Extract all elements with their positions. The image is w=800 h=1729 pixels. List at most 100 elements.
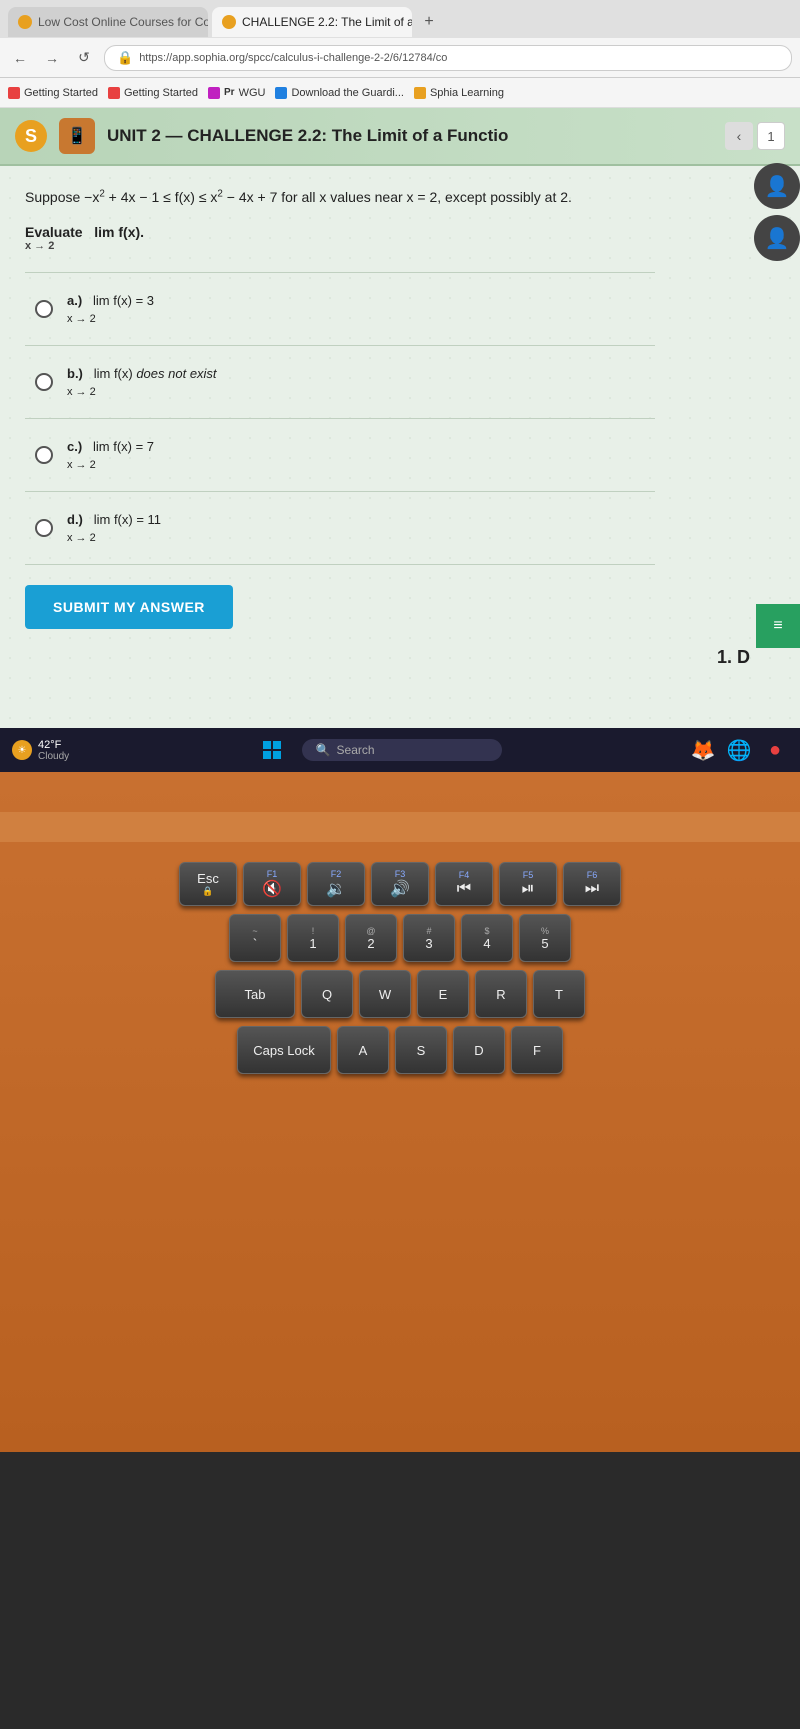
key-f5-icon: ⏯ xyxy=(522,880,535,898)
radio-c[interactable] xyxy=(35,446,53,464)
option-a-sub: x → 2 xyxy=(67,311,154,328)
back-button[interactable]: ← xyxy=(8,46,32,70)
right-panel: 👤 👤 xyxy=(754,163,800,261)
bookmark-label-4: Download the Guardi... xyxy=(291,87,404,99)
key-f5-fn: F5 xyxy=(523,870,534,880)
key-tab[interactable]: Tab xyxy=(215,970,295,1018)
key-f6-icon: ⏭ xyxy=(585,880,599,898)
windows-logo xyxy=(263,741,281,759)
taskbar: ☀ 42°F Cloudy 🔍 Search 🦊 🌐 ● xyxy=(0,728,800,772)
key-1[interactable]: ! 1 xyxy=(287,914,339,962)
key-esc[interactable]: Esc 🔒 xyxy=(179,862,237,906)
answer-options: a.) lim f(x) = 3 x → 2 b.) lim f(x) does… xyxy=(25,272,655,565)
key-5[interactable]: % 5 xyxy=(519,914,571,962)
key-r[interactable]: R xyxy=(475,970,527,1018)
key-dollar: $ xyxy=(484,926,489,936)
taskbar-search[interactable]: 🔍 Search xyxy=(302,739,502,761)
profile-icon[interactable]: 👤 xyxy=(754,163,800,209)
key-3[interactable]: # 3 xyxy=(403,914,455,962)
browser-window: Low Cost Online Courses for Co ✕ CHALLEN… xyxy=(0,0,800,772)
key-backtick[interactable]: ~ ` xyxy=(229,914,281,962)
radio-b[interactable] xyxy=(35,373,53,391)
key-2[interactable]: @ 2 xyxy=(345,914,397,962)
key-tab-label: Tab xyxy=(245,987,266,1002)
key-q[interactable]: Q xyxy=(301,970,353,1018)
keyboard: Esc 🔒 F1 🔇 F2 🔉 F3 🔊 F4 ⏮ F5 xyxy=(0,852,800,1092)
key-f2-fn: F2 xyxy=(331,869,342,879)
key-f1[interactable]: F1 🔇 xyxy=(243,862,301,906)
weather-info: ☀ 42°F Cloudy xyxy=(12,739,69,762)
option-c[interactable]: c.) lim f(x) = 7 x → 2 xyxy=(25,419,655,492)
tab2-favicon xyxy=(222,15,236,29)
taskbar-icon-1: 🦊 xyxy=(690,737,716,763)
key-d[interactable]: D xyxy=(453,1026,505,1074)
key-f3-fn: F3 xyxy=(395,869,406,879)
weather-temp: 42°F xyxy=(38,739,69,751)
radio-a[interactable] xyxy=(35,300,53,318)
bookmark-sophia[interactable]: Sphia Learning xyxy=(414,87,504,99)
option-d-letter: d.) xyxy=(67,512,83,527)
unit-icon: 📱 xyxy=(59,118,95,154)
url-box[interactable]: 🔒 https://app.sophia.org/spcc/calculus-i… xyxy=(104,45,792,71)
key-hash: # xyxy=(426,926,431,936)
tab-2[interactable]: CHALLENGE 2.2: The Limit of a ✕ xyxy=(212,7,412,37)
submit-answer-button[interactable]: SUBMIT MY ANSWER xyxy=(25,585,233,629)
keyboard-area: Esc 🔒 F1 🔇 F2 🔉 F3 🔊 F4 ⏮ F5 xyxy=(0,772,800,1452)
key-q-label: Q xyxy=(322,987,332,1002)
new-tab-button[interactable]: + xyxy=(416,9,442,35)
forward-button[interactable]: → xyxy=(40,46,64,70)
option-a-letter: a.) xyxy=(67,293,82,308)
start-button[interactable] xyxy=(258,736,286,764)
key-f6[interactable]: F6 ⏭ xyxy=(563,862,621,906)
bookmark-getting-started-2[interactable]: Getting Started xyxy=(108,87,198,99)
key-2-label: 2 xyxy=(367,936,374,951)
bookmark-guardian[interactable]: Download the Guardi... xyxy=(275,87,404,99)
reload-button[interactable]: ↺ xyxy=(72,46,96,70)
bookmark-wgu[interactable]: Pr WGU xyxy=(208,87,265,99)
bookmark-label-1: Getting Started xyxy=(24,87,98,99)
key-capslock[interactable]: Caps Lock xyxy=(237,1026,331,1074)
key-f2-icon: 🔉 xyxy=(326,879,346,899)
radio-d[interactable] xyxy=(35,519,53,537)
key-backtick-label: ` xyxy=(253,936,257,951)
bookmark-label-5: Sphia Learning xyxy=(430,87,504,99)
option-c-text: c.) lim f(x) = 7 x → 2 xyxy=(67,437,154,473)
tab-1[interactable]: Low Cost Online Courses for Co ✕ xyxy=(8,7,208,37)
key-row-fn: Esc 🔒 F1 🔇 F2 🔉 F3 🔊 F4 ⏮ F5 xyxy=(20,862,780,906)
key-f5[interactable]: F5 ⏯ xyxy=(499,862,557,906)
key-s[interactable]: S xyxy=(395,1026,447,1074)
page-content: S 📱 UNIT 2 — CHALLENGE 2.2: The Limit of… xyxy=(0,108,800,728)
key-f4[interactable]: F4 ⏮ xyxy=(435,862,493,906)
option-a[interactable]: a.) lim f(x) = 3 x → 2 xyxy=(25,272,655,346)
key-e[interactable]: E xyxy=(417,970,469,1018)
limit-notation: lim f(x). xyxy=(94,224,144,240)
evaluate-text: Evaluate xyxy=(25,224,90,240)
key-s-label: S xyxy=(417,1043,426,1058)
bookmark-getting-started-1[interactable]: Getting Started xyxy=(8,87,98,99)
green-panel-button[interactable]: ≡ xyxy=(756,604,800,648)
bookmark-label-wgu: Pr xyxy=(224,87,235,98)
key-a[interactable]: A xyxy=(337,1026,389,1074)
key-w[interactable]: W xyxy=(359,970,411,1018)
option-c-letter: c.) xyxy=(67,439,82,454)
key-4[interactable]: $ 4 xyxy=(461,914,513,962)
address-bar: ← → ↺ 🔒 https://app.sophia.org/spcc/calc… xyxy=(0,38,800,78)
key-f3[interactable]: F3 🔊 xyxy=(371,862,429,906)
weather-details: 42°F Cloudy xyxy=(38,739,69,762)
option-b-text: b.) lim f(x) does not exist x → 2 xyxy=(67,364,217,400)
key-t[interactable]: T xyxy=(533,970,585,1018)
bookmark-label-3: WGU xyxy=(239,87,266,99)
option-a-text: a.) lim f(x) = 3 x → 2 xyxy=(67,291,154,327)
key-w-label: W xyxy=(379,987,391,1002)
nav-arrows: ‹ 1 xyxy=(725,122,785,150)
option-b[interactable]: b.) lim f(x) does not exist x → 2 xyxy=(25,346,655,419)
option-d-text: d.) lim f(x) = 11 x → 2 xyxy=(67,510,161,546)
prev-page-button[interactable]: ‹ xyxy=(725,122,753,150)
key-row-numbers: ~ ` ! 1 @ 2 # 3 $ 4 % 5 xyxy=(20,914,780,962)
url-text: https://app.sophia.org/spcc/calculus-i-c… xyxy=(139,52,447,64)
option-d[interactable]: d.) lim f(x) = 11 x → 2 xyxy=(25,492,655,565)
user-icon-2: 👤 xyxy=(754,215,800,261)
key-f2[interactable]: F2 🔉 xyxy=(307,862,365,906)
key-f[interactable]: F xyxy=(511,1026,563,1074)
search-placeholder: Search xyxy=(337,743,375,757)
